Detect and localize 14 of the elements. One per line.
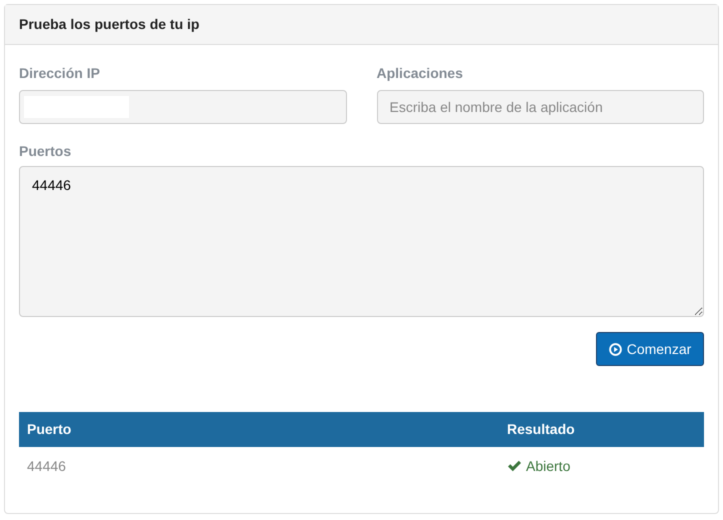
application-input-field[interactable]: Escriba el nombre de la aplicación	[376, 90, 704, 124]
start-button[interactable]: Comenzar	[596, 332, 704, 366]
column-header: Puerto	[26, 420, 72, 439]
checkmark-icon	[507, 460, 522, 472]
field-label: Dirección IP	[19, 64, 101, 83]
result-text: Abierto	[526, 456, 570, 476]
field-label: Puertos	[19, 142, 72, 161]
table-cell-text: 44446	[26, 456, 67, 476]
panel-title: Prueba los puertos de tu ip	[19, 15, 200, 34]
play-circle-icon	[608, 342, 622, 356]
ip-input-field[interactable]	[19, 90, 346, 124]
field-label: Aplicaciones	[376, 64, 464, 83]
ports-text-area[interactable]: 44446	[19, 166, 704, 317]
column-header: Resultado	[506, 420, 576, 439]
